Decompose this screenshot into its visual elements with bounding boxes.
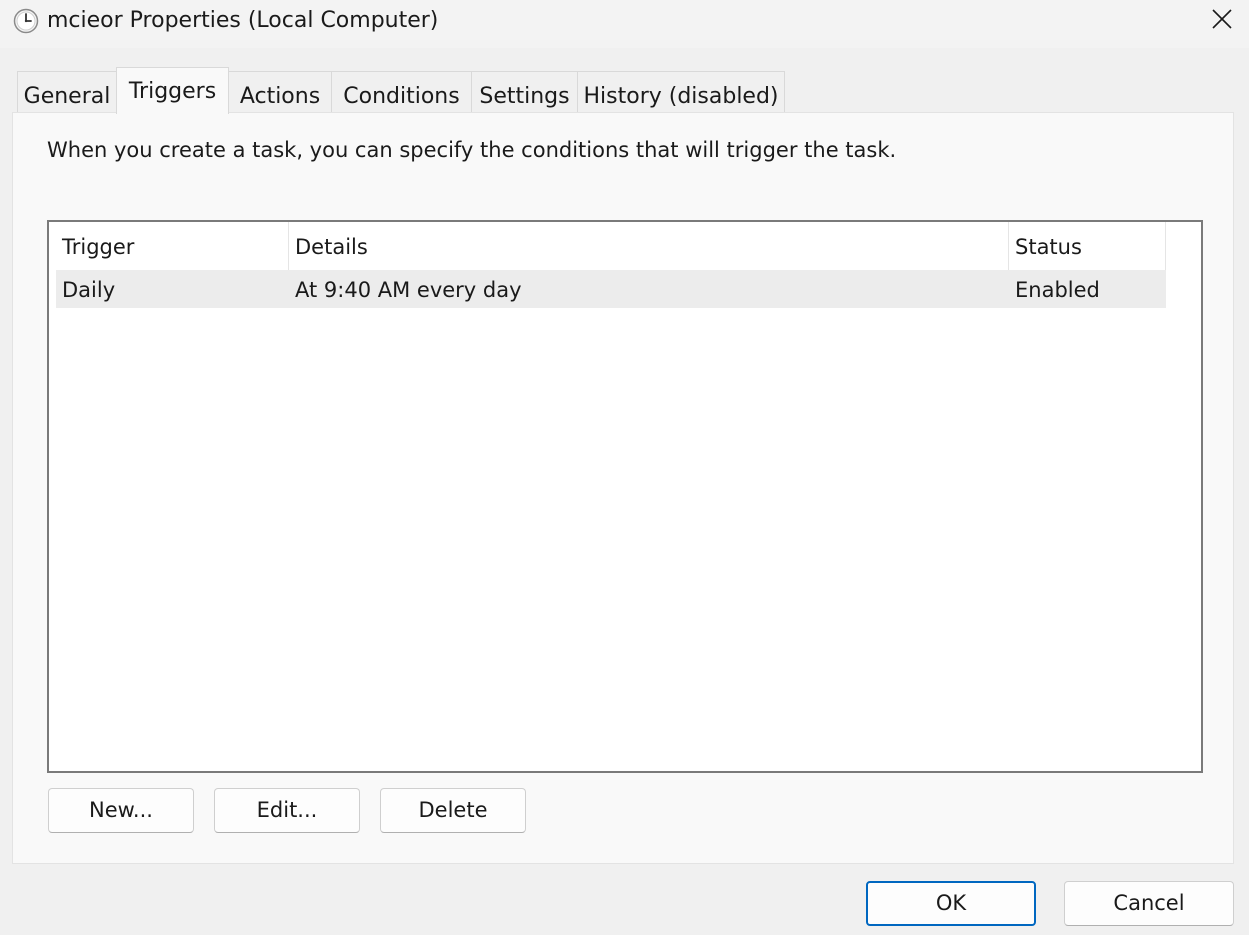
title-bar: mcieor Properties (Local Computer) — [0, 0, 1249, 48]
delete-trigger-button[interactable]: Delete — [380, 788, 526, 833]
column-header-trigger[interactable]: Trigger — [56, 222, 289, 270]
cell-details: At 9:40 AM every day — [295, 278, 522, 302]
triggers-panel: When you create a task, you can specify … — [12, 112, 1234, 864]
task-properties-dialog: mcieor Properties (Local Computer) Gener… — [0, 0, 1249, 935]
clock-icon — [13, 8, 39, 34]
cancel-button[interactable]: Cancel — [1064, 881, 1234, 926]
column-header-status[interactable]: Status — [1009, 222, 1166, 270]
edit-trigger-button[interactable]: Edit... — [214, 788, 360, 833]
ok-button[interactable]: OK — [866, 881, 1036, 926]
tab-actions[interactable]: Actions — [228, 71, 332, 113]
window-title: mcieor Properties (Local Computer) — [47, 8, 439, 33]
tab-conditions[interactable]: Conditions — [331, 71, 472, 113]
tab-triggers[interactable]: Triggers — [116, 67, 229, 114]
new-trigger-button[interactable]: New... — [48, 788, 194, 833]
close-button[interactable] — [1196, 0, 1249, 40]
column-header-details[interactable]: Details — [289, 222, 1009, 270]
list-item[interactable]: Daily At 9:40 AM every day Enabled — [56, 270, 1166, 308]
close-icon — [1212, 9, 1232, 29]
cell-trigger: Daily — [62, 278, 116, 302]
triggers-list[interactable]: Trigger Details Status Daily At 9:40 AM … — [47, 220, 1203, 773]
triggers-description: When you create a task, you can specify … — [47, 138, 897, 162]
tab-history[interactable]: History (disabled) — [577, 71, 785, 113]
tab-settings[interactable]: Settings — [471, 71, 578, 113]
tab-general[interactable]: General — [17, 71, 117, 113]
cell-status: Enabled — [1015, 278, 1100, 302]
